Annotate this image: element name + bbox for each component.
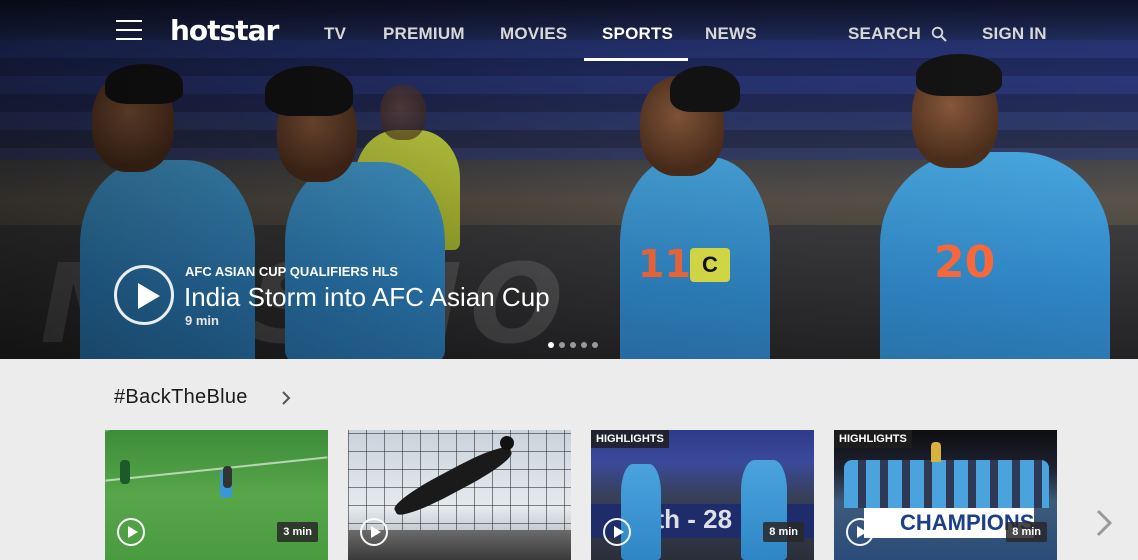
carousel-dot-2[interactable] [559, 342, 565, 348]
hotstar-logo[interactable]: hotstar [170, 14, 279, 47]
video-duration: 3 min [277, 522, 318, 542]
hamburger-menu-icon[interactable] [116, 20, 142, 40]
sign-in-link[interactable]: SIGN IN [982, 24, 1047, 44]
nav-tv[interactable]: TV [324, 24, 346, 44]
carousel-next-icon[interactable] [1094, 508, 1114, 538]
carousel-dot-5[interactable] [592, 342, 598, 348]
player-figure [621, 464, 661, 560]
nav-movies[interactable]: MOVIES [500, 24, 567, 44]
video-card-2[interactable] [348, 430, 571, 560]
carousel-dots [548, 342, 598, 348]
trophy [931, 442, 941, 462]
player-figure [223, 466, 232, 488]
video-duration: 8 min [1006, 522, 1047, 542]
play-icon[interactable] [360, 518, 388, 546]
nav-premium[interactable]: PREMIUM [383, 24, 465, 44]
highlights-badge: HIGHLIGHTS [834, 430, 912, 448]
nav-active-underline [584, 58, 688, 61]
top-nav: hotstar TV PREMIUM MOVIES SPORTS NEWS SE… [0, 0, 1138, 64]
search-icon[interactable] [931, 26, 947, 42]
player-figure [120, 460, 130, 484]
section-title[interactable]: #BackTheBlue [114, 386, 248, 409]
search-label[interactable]: SEARCH [848, 24, 921, 44]
nav-sports[interactable]: SPORTS [602, 24, 673, 44]
team-lineup [844, 460, 1049, 508]
video-card-1[interactable]: 3 min [105, 430, 328, 560]
hero-play-button[interactable] [114, 265, 174, 325]
video-card-3[interactable]: 2th - 28 HIGHLIGHTS 8 min [591, 430, 814, 560]
video-duration: 8 min [763, 522, 804, 542]
highlights-badge: HIGHLIGHTS [591, 430, 669, 448]
carousel-dot-1[interactable] [548, 342, 554, 348]
hero-kicker: AFC ASIAN CUP QUALIFIERS HLS [185, 264, 399, 279]
nav-news[interactable]: NEWS [705, 24, 757, 44]
play-icon[interactable] [117, 518, 145, 546]
carousel-dot-3[interactable] [570, 342, 576, 348]
ball-silhouette [500, 436, 514, 450]
player-figure [741, 460, 787, 560]
carousel-dot-4[interactable] [581, 342, 587, 348]
play-icon[interactable] [846, 518, 874, 546]
hero-duration: 9 min [185, 313, 219, 328]
hero-title[interactable]: India Storm into AFC Asian Cup [184, 282, 550, 313]
play-icon[interactable] [603, 518, 631, 546]
video-card-4[interactable]: CHAMPIONS HIGHLIGHTS 8 min [834, 430, 1057, 560]
chevron-right-icon[interactable] [279, 391, 293, 405]
